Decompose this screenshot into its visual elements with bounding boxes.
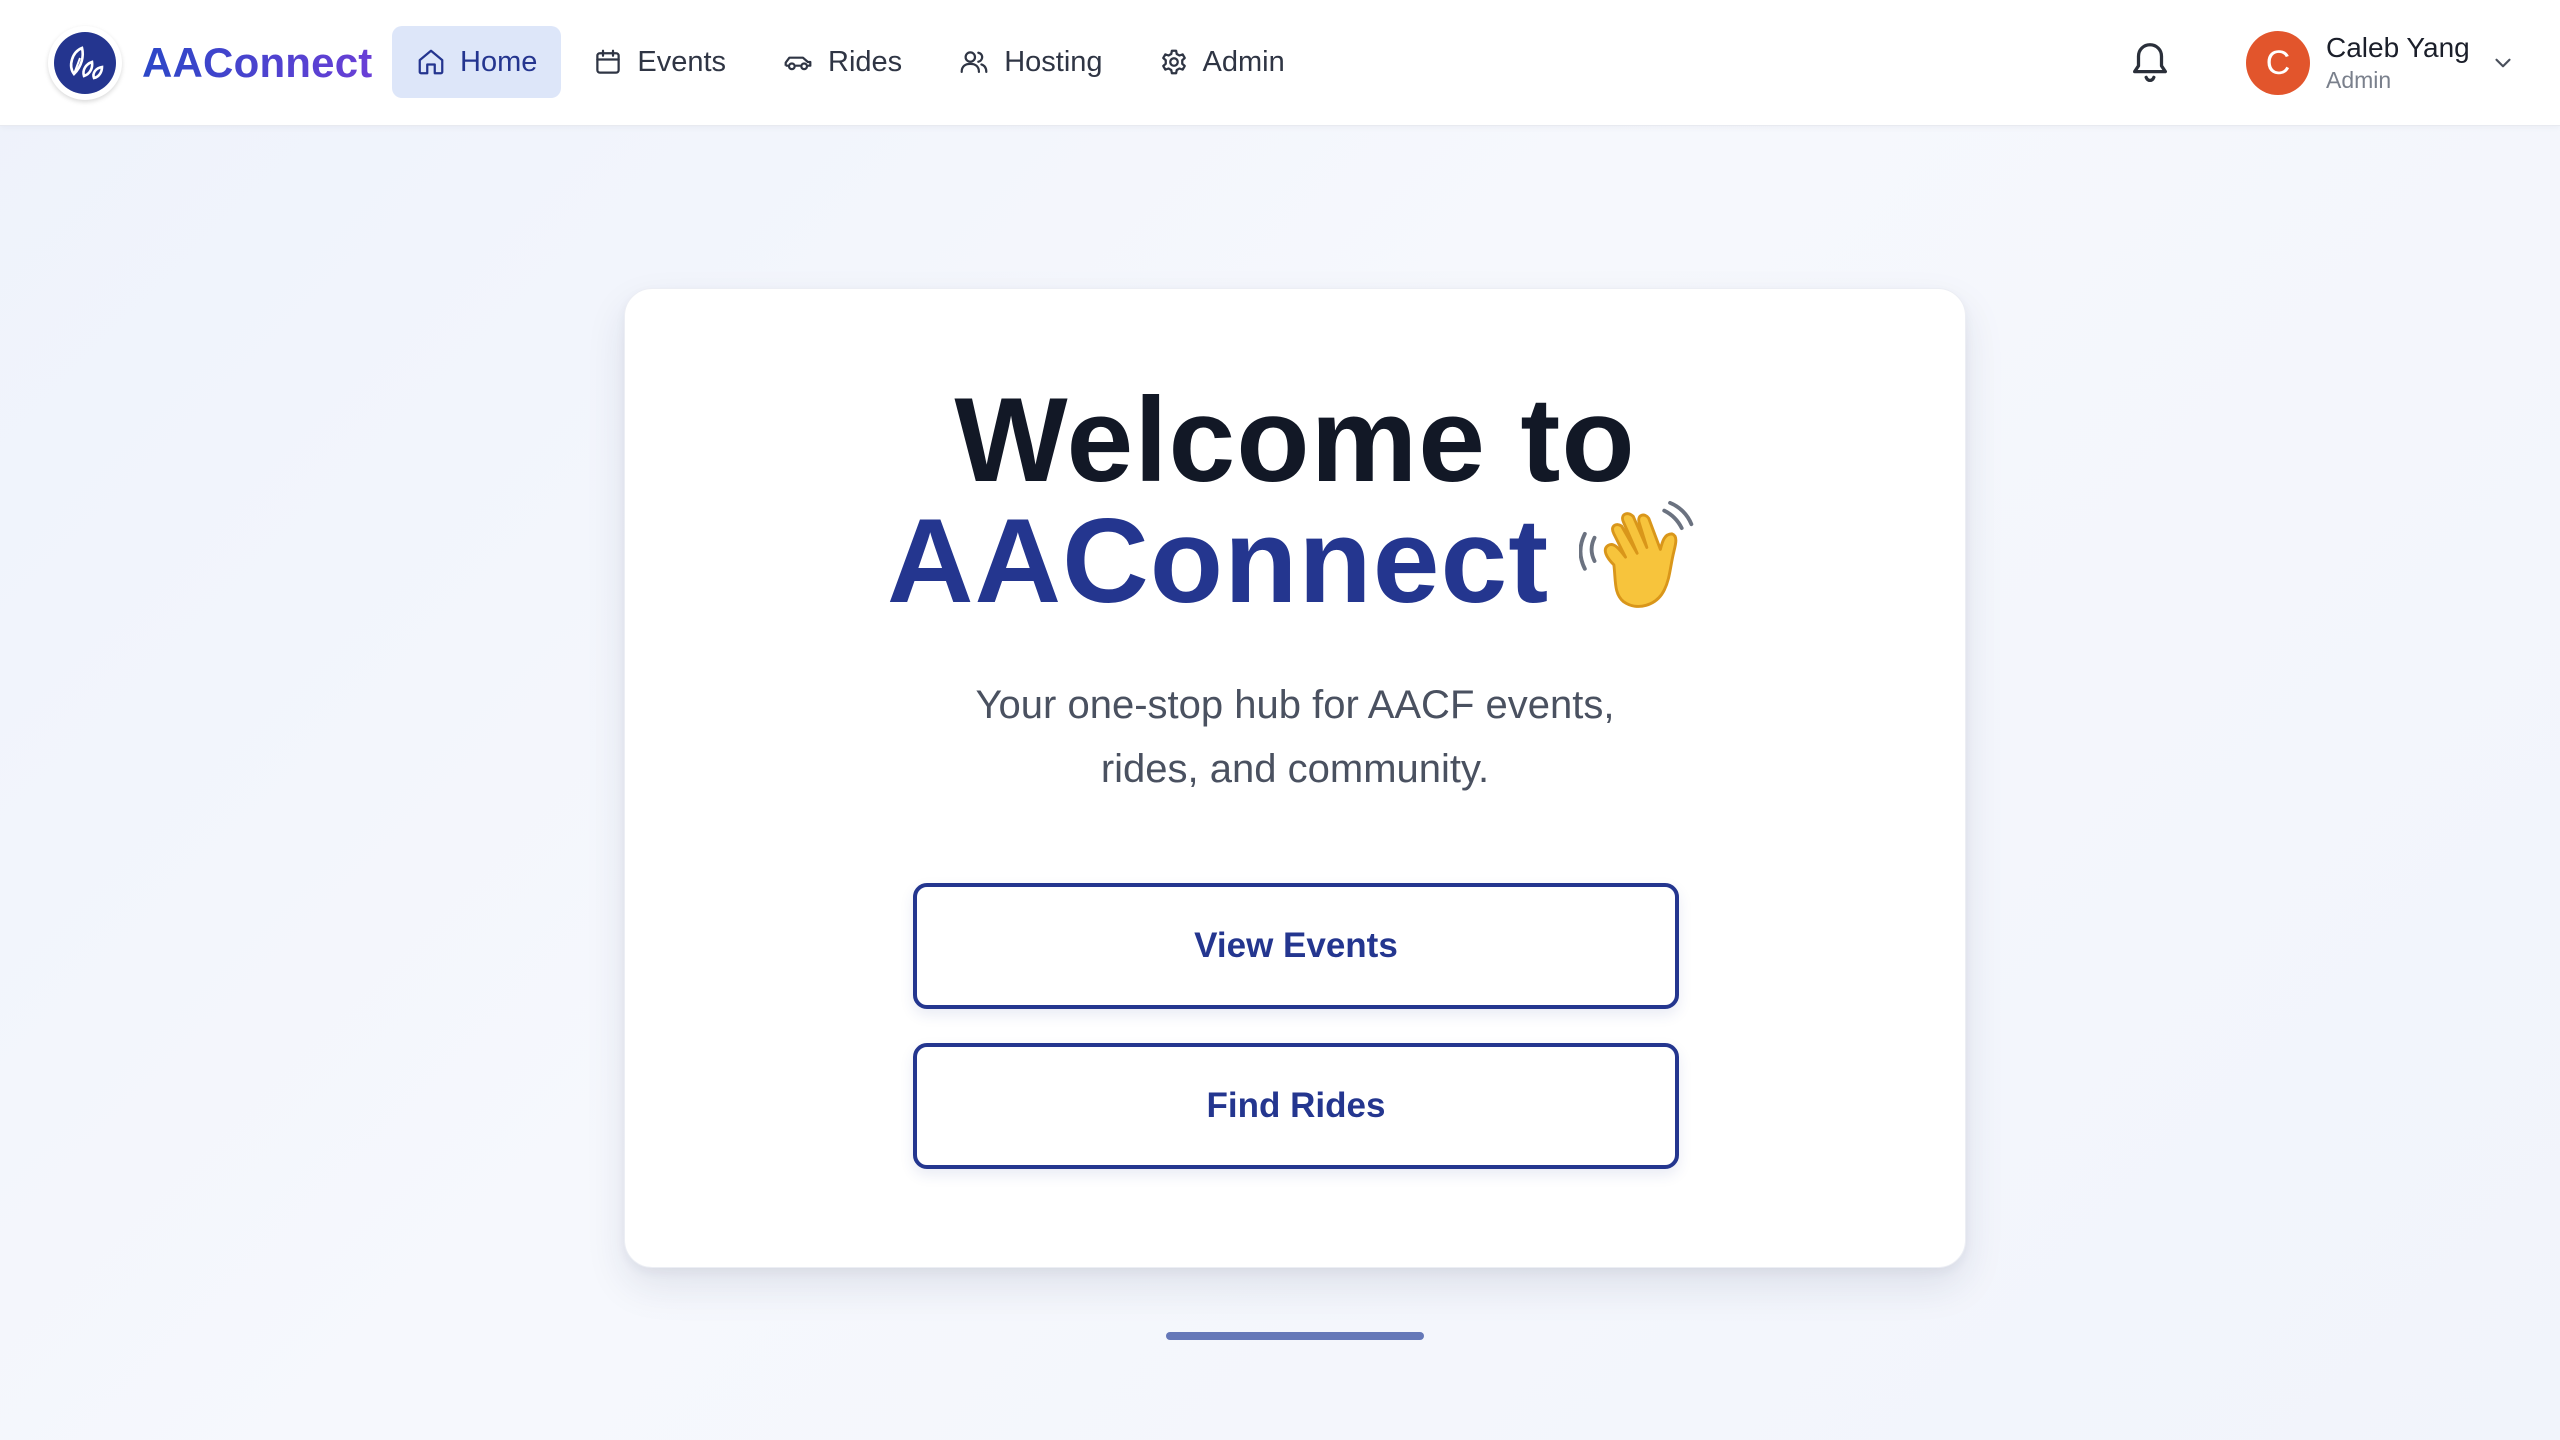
nav-item-label: Rides: [828, 45, 903, 78]
nav-item-home[interactable]: Home: [392, 26, 562, 98]
title-line-1: Welcome to: [954, 373, 1636, 507]
nav-item-admin[interactable]: Admin: [1135, 26, 1309, 98]
subtitle-line-2: rides, and community.: [1100, 747, 1490, 791]
page-title: Welcome to AAConnect: [625, 380, 1965, 628]
user-name: Caleb Yang: [2326, 32, 2470, 63]
home-indicator: [1166, 1332, 1424, 1340]
car-icon: [784, 56, 812, 71]
users-icon: [960, 51, 988, 73]
find-rides-button[interactable]: Find Rides: [913, 1043, 1679, 1169]
top-navbar: AAConnect Home Events Rides Hosting Admi…: [0, 0, 2560, 126]
chevron-down-icon: [2490, 50, 2516, 76]
nav-item-label: Hosting: [1004, 45, 1103, 78]
bell-icon: [2133, 43, 2167, 83]
waving-hand-icon: [1579, 500, 1694, 608]
page-subtitle: Your one-stop hub for AACF events, rides…: [625, 673, 1965, 801]
view-events-button[interactable]: View Events: [913, 883, 1679, 1009]
nav-item-hosting[interactable]: Hosting: [934, 26, 1126, 98]
welcome-card: Welcome to AAConnect Your one-stop hub f…: [624, 288, 1966, 1268]
avatar: C: [2246, 31, 2310, 95]
gear-icon: [1161, 49, 1186, 75]
brand[interactable]: AAConnect: [48, 26, 372, 100]
calendar-icon: [596, 49, 621, 74]
nav-item-label: Home: [460, 45, 538, 78]
nav-item-rides[interactable]: Rides: [758, 26, 926, 98]
leaf-logo-icon: [48, 26, 122, 100]
subtitle-line-1: Your one-stop hub for AACF events,: [975, 683, 1615, 727]
nav-item-label: Admin: [1202, 45, 1285, 78]
nav-item-events[interactable]: Events: [569, 26, 750, 98]
user-menu[interactable]: C Caleb Yang Admin: [2246, 28, 2516, 98]
avatar-initial: C: [2265, 43, 2291, 82]
brand-name: AAConnect: [142, 39, 373, 86]
notifications-button[interactable]: [2122, 34, 2178, 90]
user-info: Caleb Yang Admin: [2326, 31, 2470, 95]
main-nav: Home Events Rides Hosting Admin: [392, 26, 1317, 98]
nav-item-label: Events: [637, 45, 727, 78]
title-brand: AAConnect: [886, 494, 1550, 628]
home-icon: [418, 49, 444, 75]
user-role: Admin: [2326, 67, 2392, 93]
